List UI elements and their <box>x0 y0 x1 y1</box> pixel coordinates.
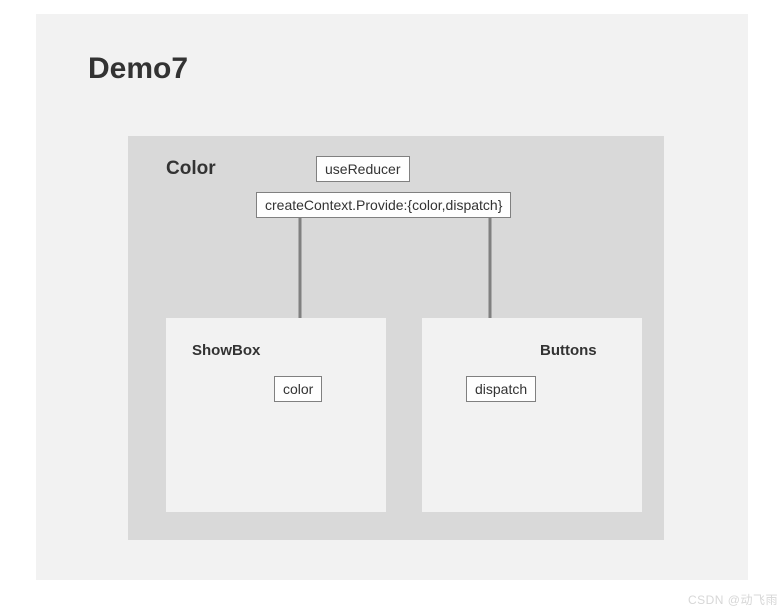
color-container: Color useReducer createContext.Provide:{… <box>128 136 664 540</box>
buttons-container: Buttons dispatch <box>422 318 642 512</box>
canvas: Demo7 Color useReducer createContext.Pro… <box>36 14 748 580</box>
color-title: Color <box>166 158 216 180</box>
buttons-value: dispatch <box>466 376 536 402</box>
page-title: Demo7 <box>88 52 188 86</box>
showbox-value: color <box>274 376 322 402</box>
showbox-title: ShowBox <box>192 342 260 359</box>
usereducer-label: useReducer <box>316 156 410 182</box>
context-provide-label: createContext.Provide:{color,dispatch} <box>256 192 511 218</box>
watermark: CSDN @动飞雨 <box>688 591 778 608</box>
buttons-title: Buttons <box>540 342 597 359</box>
showbox-container: ShowBox color <box>166 318 386 512</box>
